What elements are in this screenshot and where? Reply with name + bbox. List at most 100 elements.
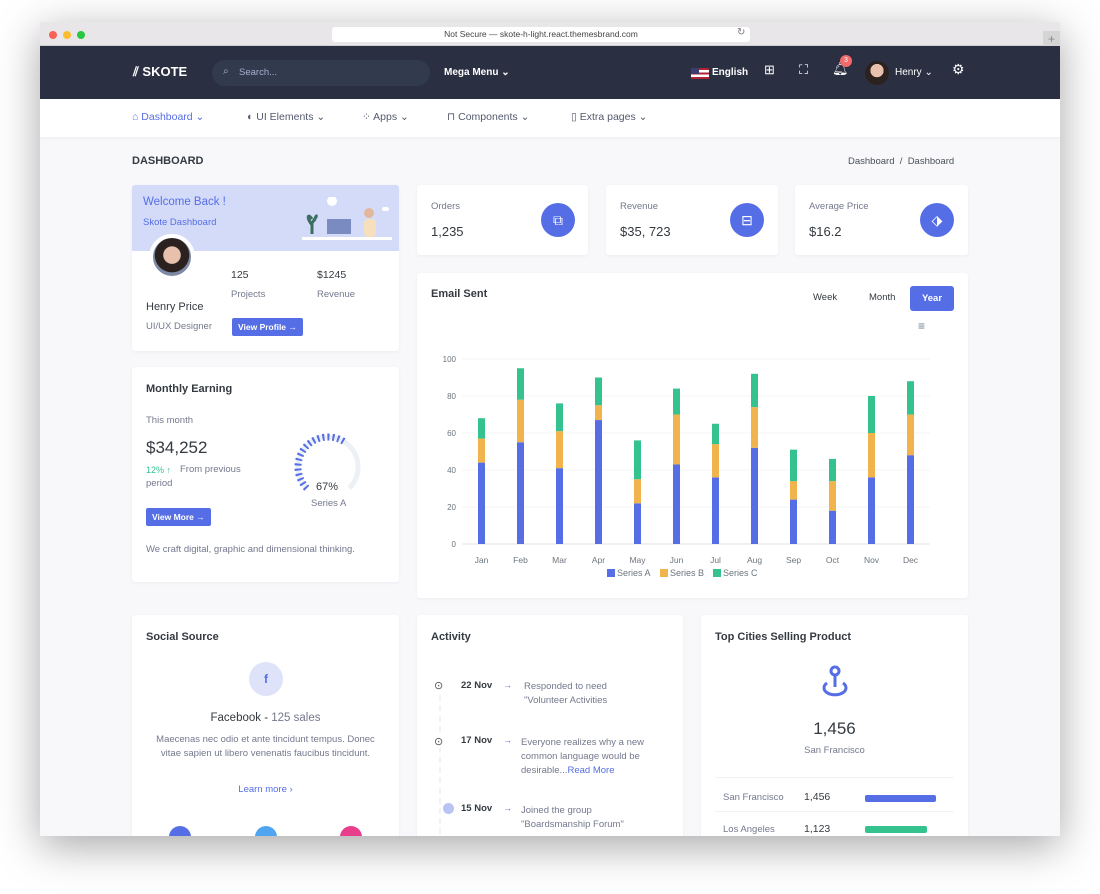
nav-apps[interactable]: ⁘ Apps ⌄ — [362, 111, 409, 123]
earning-value: $34,252 — [146, 438, 208, 457]
bar-series-c — [868, 396, 875, 433]
bar-series-b — [517, 399, 524, 443]
x-tick-label: Apr — [592, 555, 605, 565]
home-icon: ⌂ — [132, 111, 139, 123]
new-tab-button[interactable]: + — [1043, 31, 1060, 47]
stat-value: 1,235 — [431, 224, 464, 239]
search-input[interactable]: ⌕ Search... — [212, 60, 430, 86]
bar-series-b — [790, 481, 797, 500]
logo-text: SKOTE — [142, 64, 188, 79]
bar-series-b — [829, 481, 836, 511]
card-title: Email Sent — [431, 288, 488, 300]
activity-text: Everyone realizes why a new — [521, 737, 645, 748]
top-city-name: San Francisco — [804, 745, 865, 756]
social-platform-heading: Facebook - 125 sales — [210, 712, 321, 724]
top-cities-card: Top Cities Selling Product 1,456 San Fra… — [701, 615, 968, 836]
nav-label: Dashboard — [141, 111, 193, 123]
apps-grid-icon[interactable]: ⊞ — [764, 62, 775, 78]
stat-card-average-price: Average Price $16.2 ⬗ — [795, 185, 968, 255]
file-icon: ▯ — [571, 111, 577, 123]
arrow-right-icon: → — [503, 803, 512, 813]
y-tick-label: 0 — [452, 540, 457, 549]
nav-label: Components — [458, 111, 518, 123]
nav-ui-elements[interactable]: ◐ UI Elements ⌄ — [247, 111, 325, 123]
bar-series-b — [478, 438, 485, 463]
x-tick-label: Jun — [670, 555, 684, 565]
x-tick-label: Aug — [747, 555, 762, 565]
x-tick-label: Jul — [710, 555, 721, 565]
profile-role: UI/UX Designer — [146, 321, 212, 332]
logo[interactable]: ⫽ SKOTE — [133, 64, 187, 80]
bar-series-c — [556, 403, 563, 432]
minimize-window-button[interactable] — [63, 31, 71, 39]
projects-count: 125 — [231, 269, 249, 281]
breadcrumb: Dashboard / Dashboard — [848, 156, 955, 167]
archive-icon: ⊟ — [730, 203, 764, 237]
read-more-link[interactable]: Read More — [567, 765, 614, 776]
maximize-window-button[interactable] — [77, 31, 85, 39]
card-title: Social Source — [146, 631, 219, 643]
tab-week[interactable]: Week — [813, 292, 837, 303]
fullscreen-icon[interactable]: ⛶ — [799, 62, 808, 78]
bar-series-a — [478, 462, 485, 544]
city-value: 1,123 — [804, 823, 831, 835]
bar-series-a — [907, 455, 914, 544]
nav-components[interactable]: ⊓ Components ⌄ — [447, 111, 529, 123]
user-menu[interactable]: Henry ⌄ — [895, 67, 933, 78]
projects-label: Projects — [231, 289, 266, 300]
instagram-button[interactable] — [340, 826, 362, 836]
profile-avatar — [149, 234, 195, 280]
bar-series-a — [517, 442, 524, 544]
language-selector[interactable]: English — [712, 67, 748, 78]
view-more-button[interactable]: View More → — [146, 508, 211, 526]
bar-series-b — [595, 405, 602, 421]
platform-sales: 125 sales — [271, 712, 321, 724]
activity-date: 15 Nov — [461, 803, 493, 814]
bar-series-c — [751, 373, 758, 408]
bar-series-c — [712, 423, 719, 445]
chart-menu-icon[interactable]: ≡ — [918, 319, 925, 333]
platform-name: Facebook — [210, 712, 262, 724]
revenue-amount: $1245 — [317, 269, 347, 281]
bar-series-c — [517, 368, 524, 400]
bar-series-a — [595, 420, 602, 544]
mega-menu-label: Mega Menu — [444, 67, 499, 78]
bar-series-b — [634, 479, 641, 504]
bar-series-a — [790, 499, 797, 544]
stat-value: $16.2 — [809, 224, 842, 239]
tune-icon: ◐ — [247, 111, 254, 123]
learn-more-link[interactable]: Learn more › — [132, 784, 399, 795]
y-tick-label: 40 — [447, 466, 456, 475]
link-label: Learn more — [238, 784, 287, 795]
settings-gear-icon[interactable]: ⚙ — [952, 61, 965, 78]
close-window-button[interactable] — [49, 31, 57, 39]
legend-label: Series A — [617, 568, 651, 578]
tab-month[interactable]: Month — [869, 292, 895, 303]
nav-dashboard[interactable]: ⌂ Dashboard ⌄ — [132, 111, 204, 123]
city-value: 1,456 — [804, 791, 831, 803]
facebook-button[interactable] — [169, 826, 191, 836]
breadcrumb-link[interactable]: Dashboard — [848, 156, 894, 167]
view-profile-button[interactable]: View Profile → — [232, 318, 303, 336]
nav-extra-pages[interactable]: ▯ Extra pages ⌄ — [571, 111, 647, 123]
activity-card: Activity ⊙ 22 Nov → Responded to need "V… — [417, 615, 683, 836]
tag-icon: ⬗ — [920, 203, 954, 237]
stat-card-orders: Orders 1,235 ⧉ — [417, 185, 588, 255]
mega-menu-button[interactable]: Mega Menu ⌄ — [444, 67, 510, 78]
user-avatar[interactable] — [865, 61, 889, 85]
nav-label: UI Elements — [256, 111, 314, 123]
bar-series-b — [712, 444, 719, 478]
period-label: This month — [146, 415, 193, 426]
timeline-line — [439, 685, 441, 836]
bar-series-c — [790, 449, 797, 482]
address-bar[interactable]: Not Secure — skote-h-light.react.themesb… — [332, 27, 750, 42]
change-text: From previous — [180, 464, 241, 475]
y-tick-label: 100 — [443, 355, 457, 364]
twitter-button[interactable] — [255, 826, 277, 836]
tab-year[interactable]: Year — [910, 286, 954, 311]
gauge-series-label: Series A — [311, 498, 347, 509]
apps-icon: ⁘ — [362, 111, 371, 123]
reload-icon[interactable]: ↻ — [737, 27, 745, 38]
bar-series-b — [868, 433, 875, 478]
activity-text: Joined the group — [521, 805, 592, 816]
